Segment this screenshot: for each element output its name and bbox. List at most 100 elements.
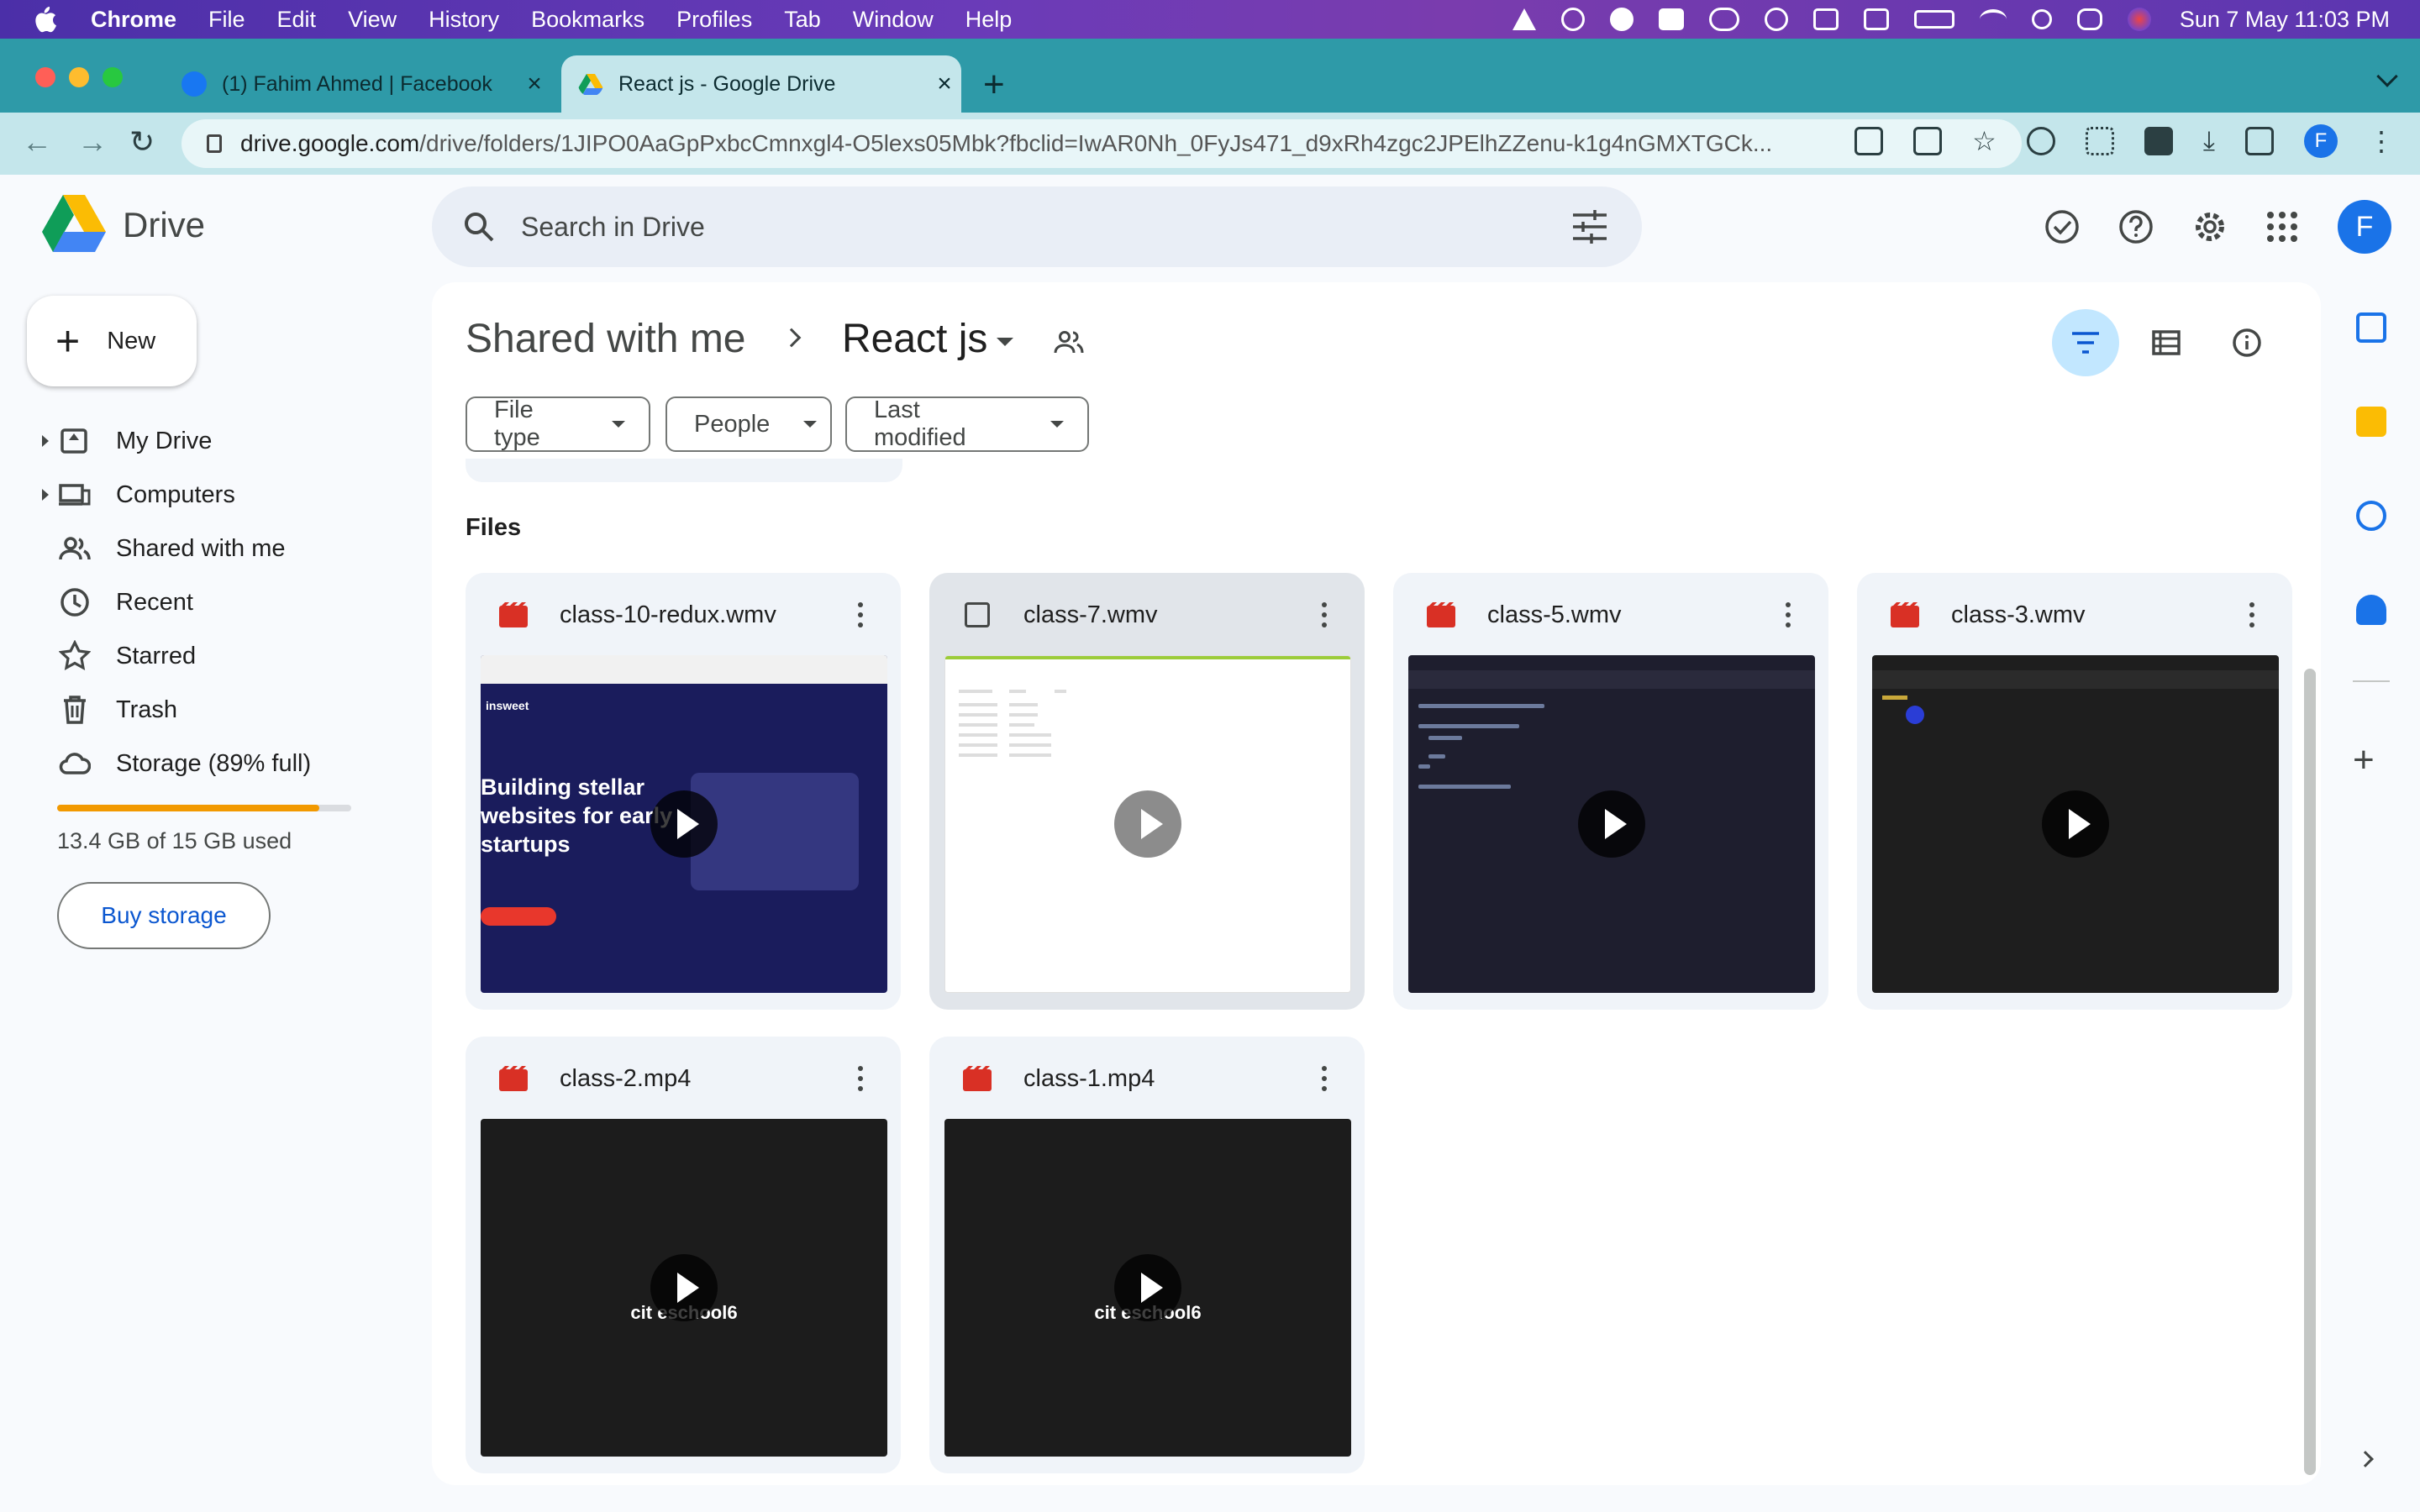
zoom-window-button[interactable] xyxy=(103,67,123,87)
breadcrumb-shared-with-me[interactable]: Shared with me xyxy=(466,316,746,362)
sidebar-item-starred[interactable]: Starred xyxy=(0,629,420,683)
file-card[interactable]: class-5.wmv xyxy=(1393,573,1828,1010)
vlc-icon[interactable] xyxy=(1512,8,1536,30)
sidebar-item-computers[interactable]: Computers xyxy=(0,468,420,522)
video-thumbnail[interactable]: cit eschool6 xyxy=(944,1119,1351,1457)
offline-ready-icon[interactable] xyxy=(2044,208,2081,245)
more-actions-icon[interactable] xyxy=(835,1053,886,1104)
forward-icon[interactable]: → xyxy=(77,124,108,160)
video-thumbnail[interactable] xyxy=(944,655,1351,993)
sidebar-item-recent[interactable]: Recent xyxy=(0,575,420,629)
more-actions-icon[interactable] xyxy=(835,590,886,640)
google-drive-logo[interactable] xyxy=(42,195,106,252)
address-bar[interactable]: drive.google.com /drive/folders/1JIPO0Aa… xyxy=(182,119,2022,168)
sidebar-item-storage[interactable]: Storage (89% full) xyxy=(0,737,420,790)
menu-edit[interactable]: Edit xyxy=(277,7,317,33)
cloud-status-icon[interactable] xyxy=(1708,8,1739,31)
apple-icon[interactable] xyxy=(32,5,57,34)
sidebar-item-shared-with-me[interactable]: Shared with me xyxy=(0,522,420,575)
wifi-icon[interactable] xyxy=(1979,9,2007,29)
play-status-icon[interactable] xyxy=(1764,8,1788,31)
last-modified-filter[interactable]: Last modified xyxy=(845,396,1089,452)
menu-bookmarks[interactable]: Bookmarks xyxy=(531,7,644,33)
search-bar[interactable]: Search in Drive xyxy=(432,186,1642,267)
control-center-icon[interactable] xyxy=(2076,8,2102,30)
m-app-icon[interactable] xyxy=(1609,8,1634,31)
folder-card-peek[interactable] xyxy=(466,459,902,482)
more-actions-icon[interactable] xyxy=(2227,590,2277,640)
people-filter[interactable]: People xyxy=(666,396,832,452)
extension-icon[interactable] xyxy=(2085,127,2114,155)
menu-help[interactable]: Help xyxy=(965,7,1013,33)
close-tab-icon[interactable]: × xyxy=(928,70,961,98)
battery-icon[interactable] xyxy=(1913,10,1954,29)
calendar-icon[interactable] xyxy=(2356,312,2386,343)
creative-cloud-icon[interactable] xyxy=(1560,8,1585,31)
menu-clock[interactable]: Sun 7 May 11:03 PM xyxy=(2180,7,2390,33)
window-layout-icon[interactable] xyxy=(1812,8,1839,30)
scrollbar[interactable] xyxy=(2304,669,2316,1475)
lock-icon[interactable] xyxy=(207,134,222,153)
video-thumbnail[interactable] xyxy=(1872,655,2279,993)
play-icon[interactable] xyxy=(650,790,718,858)
select-checkbox[interactable] xyxy=(965,602,990,627)
download-icon[interactable]: ⤓ xyxy=(2203,125,2215,157)
account-avatar[interactable]: F xyxy=(2338,200,2391,254)
close-tab-icon[interactable]: × xyxy=(518,70,551,98)
reload-icon[interactable]: ↻ xyxy=(129,124,155,160)
google-apps-icon[interactable] xyxy=(2264,208,2301,245)
react-devtools-icon[interactable] xyxy=(2026,127,2055,155)
search-input[interactable]: Search in Drive xyxy=(521,212,1571,243)
menu-window[interactable]: Window xyxy=(853,7,934,33)
close-window-button[interactable] xyxy=(35,67,55,87)
expand-arrow-icon[interactable] xyxy=(42,435,49,447)
more-actions-icon[interactable] xyxy=(1299,590,1349,640)
tab-facebook[interactable]: (1) Fahim Ahmed | Facebook × xyxy=(165,55,551,113)
search-icon[interactable] xyxy=(462,210,496,244)
play-icon[interactable] xyxy=(2042,790,2109,858)
drive-app-name[interactable]: Drive xyxy=(123,205,205,245)
menu-view[interactable]: View xyxy=(348,7,397,33)
side-panel-icon[interactable] xyxy=(2245,127,2274,155)
video-thumbnail[interactable]: cit eschool6 xyxy=(481,1119,887,1457)
tab-google-drive[interactable]: React js - Google Drive × xyxy=(561,55,961,113)
new-button[interactable]: + New xyxy=(27,296,197,386)
details-info-button[interactable] xyxy=(2213,309,2281,376)
display-icon[interactable] xyxy=(1863,8,1889,30)
get-addons-icon[interactable]: + xyxy=(2353,739,2375,781)
file-card[interactable]: class-3.wmv xyxy=(1857,573,2292,1010)
file-card[interactable]: class-1.mp4 cit eschool6 xyxy=(929,1037,1365,1473)
app-menu[interactable]: Chrome xyxy=(91,7,176,33)
tasks-icon[interactable] xyxy=(2356,501,2386,531)
file-card[interactable]: class-2.mp4 cit eschool6 xyxy=(466,1037,901,1473)
file-type-filter[interactable]: File type xyxy=(466,396,650,452)
play-icon[interactable] xyxy=(1114,790,1181,858)
expand-arrow-icon[interactable] xyxy=(42,489,49,501)
tab-search-icon[interactable] xyxy=(2376,66,2398,87)
more-actions-icon[interactable] xyxy=(1299,1053,1349,1104)
settings-gear-icon[interactable] xyxy=(2191,208,2228,245)
menu-profiles[interactable]: Profiles xyxy=(676,7,752,33)
keep-icon[interactable] xyxy=(2356,407,2386,437)
show-side-panel-icon[interactable] xyxy=(2357,1451,2374,1467)
video-thumbnail[interactable] xyxy=(1408,655,1815,993)
back-icon[interactable]: ← xyxy=(22,124,52,160)
menu-file[interactable]: File xyxy=(208,7,245,33)
contacts-icon[interactable] xyxy=(2356,595,2386,625)
play-icon[interactable] xyxy=(1578,790,1645,858)
filter-view-button[interactable] xyxy=(2052,309,2119,376)
minimize-window-button[interactable] xyxy=(69,67,89,87)
menu-history[interactable]: History xyxy=(429,7,499,33)
bookmark-star-icon[interactable]: ☆ xyxy=(1972,125,1996,157)
sidebar-item-trash[interactable]: Trash xyxy=(0,683,420,737)
file-card[interactable]: class-7.wmv xyxy=(929,573,1365,1010)
file-card[interactable]: class-10-redux.wmv insweet Building stel… xyxy=(466,573,901,1010)
help-icon[interactable] xyxy=(2118,208,2154,245)
search-icon[interactable] xyxy=(2031,9,2052,29)
input-source-icon[interactable] xyxy=(1658,8,1684,30)
sidebar-item-my-drive[interactable]: My Drive xyxy=(0,414,420,468)
video-thumbnail[interactable]: insweet Building stellar websites for ea… xyxy=(481,655,887,993)
chrome-profile-avatar[interactable]: F xyxy=(2304,124,2338,158)
chrome-menu-icon[interactable]: ⋮ xyxy=(2368,125,2395,157)
search-options-icon[interactable] xyxy=(1571,210,1608,244)
